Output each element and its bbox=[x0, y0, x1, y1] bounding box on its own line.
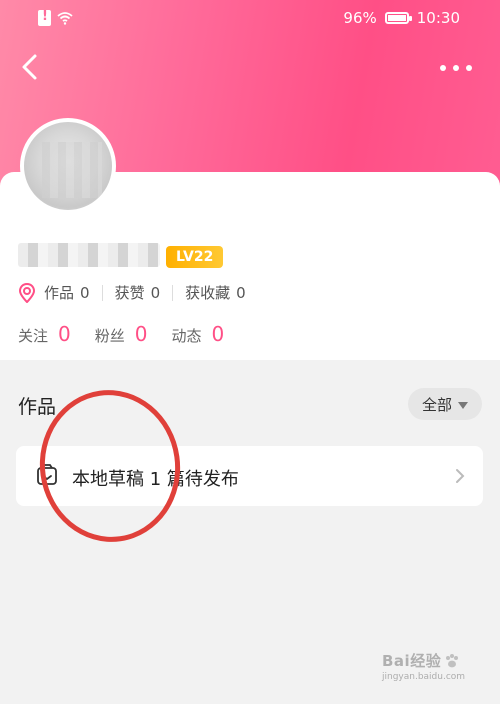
activity-stat[interactable]: 动态 0 bbox=[172, 322, 225, 346]
username-blurred bbox=[18, 243, 160, 267]
profile-stats-row: 作品 0 获赞 0 获收藏 0 bbox=[18, 282, 246, 303]
divider bbox=[101, 284, 103, 301]
clock: 10:30 bbox=[416, 9, 460, 27]
stat-likes[interactable]: 获赞 0 bbox=[115, 282, 161, 303]
paw-icon bbox=[446, 653, 459, 667]
works-section-title: 作品 bbox=[18, 396, 57, 418]
follow-stats-row: 关注 0 粉丝 0 动态 0 bbox=[18, 322, 224, 346]
level-badge: LV22 bbox=[166, 246, 224, 268]
wifi-icon bbox=[57, 12, 73, 25]
stat-collections[interactable]: 获收藏 0 bbox=[185, 282, 246, 303]
avatar[interactable] bbox=[20, 118, 116, 214]
chevron-left-icon[interactable] bbox=[16, 52, 46, 82]
more-icon[interactable] bbox=[440, 58, 480, 78]
chevron-right-icon bbox=[456, 469, 465, 483]
baidu-jingyan-watermark: Bai经验 jingyan.baidu.com bbox=[382, 652, 466, 682]
divider bbox=[172, 284, 174, 301]
stat-works[interactable]: 作品 0 bbox=[44, 282, 90, 303]
fans-stat[interactable]: 粉丝 0 bbox=[95, 322, 148, 346]
filter-dropdown[interactable]: 全部 bbox=[408, 388, 482, 420]
battery-percent: 96% bbox=[343, 9, 377, 27]
status-bar: 96% 10:30 bbox=[0, 0, 500, 36]
dropdown-triangle-icon bbox=[458, 401, 468, 409]
following-stat[interactable]: 关注 0 bbox=[18, 322, 71, 346]
battery-icon bbox=[384, 12, 412, 24]
sim-alert-icon bbox=[38, 9, 51, 26]
location-pin-icon bbox=[18, 282, 36, 303]
